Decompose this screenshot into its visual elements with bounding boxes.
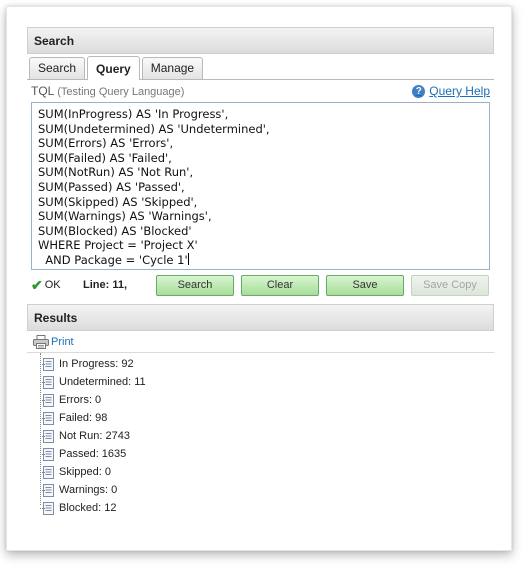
dialog-frame: Search Search Query Manage TQL (Testing … [6, 6, 512, 551]
document-icon [43, 393, 54, 407]
query-text: SUM(InProgress) AS 'In Progress', SUM(Un… [38, 107, 270, 267]
document-icon [43, 357, 54, 371]
result-item: Not Run: 2743 [40, 427, 494, 445]
result-label: Not Run: 2743 [59, 430, 130, 442]
document-icon [43, 465, 54, 479]
tab-search[interactable]: Search [29, 57, 86, 79]
clear-button[interactable]: Clear [241, 274, 319, 296]
document-icon [43, 501, 54, 515]
document-icon [43, 429, 54, 443]
tql-subtitle: (Testing Query Language) [57, 86, 185, 98]
status-indicator: ✔ OK [31, 277, 83, 294]
result-item: Skipped: 0 [40, 463, 494, 481]
tab-query[interactable]: Query [87, 56, 140, 80]
text-cursor [187, 252, 189, 265]
search-panel: Search Search Query Manage TQL (Testing … [27, 27, 494, 527]
result-item: In Progress: 92 [40, 355, 494, 373]
document-icon [43, 375, 54, 389]
tql-title: TQL (Testing Query Language) [31, 84, 184, 98]
result-item: Blocked: 12 [40, 499, 494, 517]
query-editor[interactable]: SUM(InProgress) AS 'In Progress', SUM(Un… [31, 102, 490, 270]
tql-label: TQL [31, 84, 54, 98]
results-tree: In Progress: 92 Undetermined: 11 Errors:… [27, 353, 494, 517]
result-item: Failed: 98 [40, 409, 494, 427]
tql-title-row: TQL (Testing Query Language) ? Query Hel… [27, 80, 494, 102]
result-item: Passed: 1635 [40, 445, 494, 463]
query-help-link[interactable]: ? Query Help [412, 84, 490, 98]
result-item: Undetermined: 11 [40, 373, 494, 391]
result-label: Undetermined: 11 [59, 376, 146, 388]
result-item: Warnings: 0 [40, 481, 494, 499]
result-label: Skipped: 0 [59, 466, 111, 478]
line-info: Line: 11, [83, 279, 128, 291]
save-copy-button: Save Copy [411, 274, 489, 296]
search-button[interactable]: Search [156, 274, 234, 296]
document-icon [43, 411, 54, 425]
result-label: Passed: 1635 [59, 448, 127, 460]
results-section-header: Results [27, 304, 494, 331]
result-label: In Progress: 92 [59, 358, 134, 370]
status-label: OK [44, 279, 61, 291]
document-icon [43, 447, 54, 461]
result-item: Errors: 0 [40, 391, 494, 409]
printer-icon[interactable] [33, 334, 49, 349]
checkmark-icon: ✔ [31, 276, 43, 293]
tab-bar: Search Query Manage [27, 54, 494, 80]
print-link[interactable]: Print [51, 336, 74, 348]
save-button[interactable]: Save [326, 274, 404, 296]
action-toolbar: ✔ OK Line: 11, Search Clear Save Save Co… [27, 270, 494, 300]
result-label: Warnings: 0 [59, 484, 118, 496]
print-toolbar: Print [27, 331, 494, 353]
result-label: Failed: 98 [59, 412, 108, 424]
result-label: Blocked: 12 [59, 502, 117, 514]
document-icon [43, 483, 54, 497]
query-help-label: Query Help [429, 84, 490, 98]
tab-manage[interactable]: Manage [141, 57, 204, 79]
result-label: Errors: 0 [59, 394, 102, 406]
help-icon: ? [412, 84, 426, 98]
search-section-header: Search [27, 27, 494, 54]
